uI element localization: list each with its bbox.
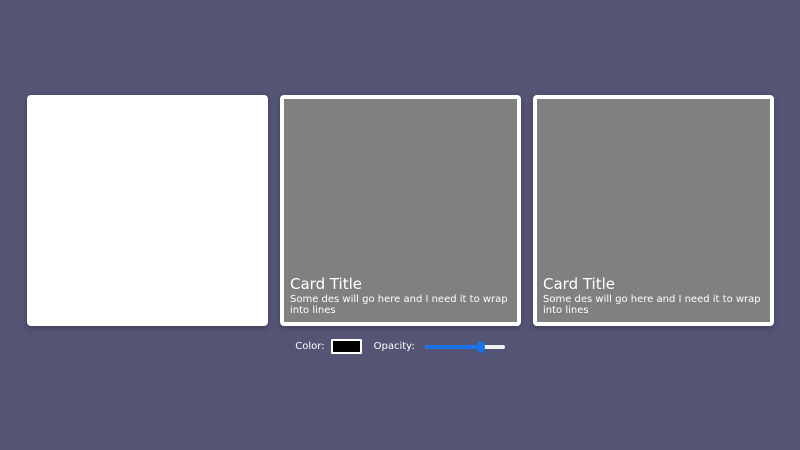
card-image: Card Title Some des will go here and I n… <box>537 99 770 322</box>
card-overlay-1[interactable]: Card Title Some des will go here and I n… <box>280 95 521 326</box>
color-picker[interactable] <box>330 339 362 354</box>
slider-thumb[interactable] <box>476 340 485 353</box>
page: Card Title Some des will go here and I n… <box>0 0 800 450</box>
opacity-slider[interactable] <box>424 340 505 353</box>
card-caption: Card Title Some des will go here and I n… <box>543 275 762 317</box>
card-blank[interactable] <box>27 95 268 326</box>
slider-fill <box>424 344 481 349</box>
card-row: Card Title Some des will go here and I n… <box>27 95 774 326</box>
opacity-label: Opacity: <box>373 341 415 352</box>
card-caption: Card Title Some des will go here and I n… <box>290 275 509 317</box>
card-overlay-2[interactable]: Card Title Some des will go here and I n… <box>533 95 774 326</box>
card-image: Card Title Some des will go here and I n… <box>284 99 517 322</box>
card-description: Some des will go here and I need it to w… <box>290 294 508 316</box>
color-label: Color: <box>295 341 325 352</box>
card-description: Some des will go here and I need it to w… <box>543 294 761 316</box>
card-title: Card Title <box>290 275 363 293</box>
card-title: Card Title <box>543 275 616 293</box>
controls-bar: Color: Opacity: <box>0 339 800 354</box>
